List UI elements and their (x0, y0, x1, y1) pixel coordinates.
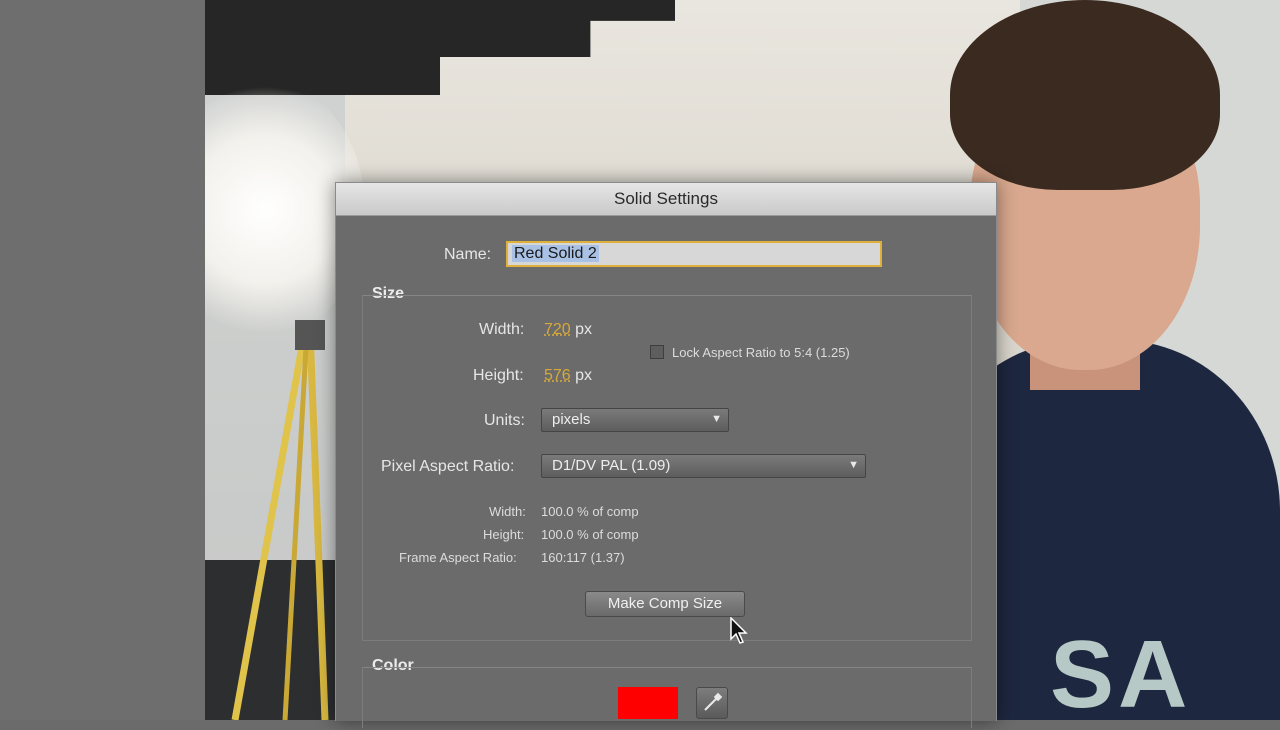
units-select[interactable]: pixels ▼ (541, 408, 729, 432)
mouse-cursor-icon (730, 617, 748, 644)
chevron-down-icon: ▼ (711, 413, 722, 425)
name-input[interactable]: Red Solid 2 (506, 241, 882, 267)
color-swatch[interactable] (618, 687, 678, 719)
frame-aspect-value: 160:117 (1.37) (541, 550, 625, 565)
width-unit: px (575, 321, 593, 338)
shirt-logo-text: SA (1050, 621, 1192, 728)
pixel-aspect-ratio-value: D1/DV PAL (1.09) (552, 457, 671, 474)
name-input-value: Red Solid 2 (512, 245, 599, 262)
height-value[interactable]: 576 (544, 367, 571, 384)
units-select-value: pixels (552, 411, 591, 428)
height-label: Height: (473, 367, 524, 384)
info-height-value: 100.0 % of comp (541, 527, 639, 542)
hair (950, 0, 1220, 190)
frame-aspect-label: Frame Aspect Ratio: (399, 550, 517, 565)
dialog-title: Solid Settings (336, 183, 996, 216)
height-field[interactable]: 576 px (544, 367, 592, 385)
width-field[interactable]: 720 px (544, 321, 592, 339)
make-comp-size-button[interactable]: Make Comp Size (585, 591, 745, 617)
lock-aspect-label[interactable]: Lock Aspect Ratio to 5:4 (1.25) (672, 345, 850, 360)
pixel-aspect-ratio-select[interactable]: D1/DV PAL (1.09) ▼ (541, 454, 866, 478)
solid-settings-dialog: Solid Settings Name: Red Solid 2 Size Wi… (335, 182, 997, 728)
eyedropper-icon (704, 692, 723, 711)
chevron-down-icon: ▼ (848, 459, 859, 471)
lock-aspect-checkbox[interactable] (650, 345, 664, 359)
width-value[interactable]: 720 (544, 321, 571, 338)
height-unit: px (575, 367, 593, 384)
left-app-panel (0, 0, 205, 720)
tripod-image (231, 320, 329, 720)
pixel-aspect-ratio-label: Pixel Aspect Ratio: (381, 458, 515, 475)
width-label: Width: (479, 321, 525, 338)
info-height-label: Height: (483, 527, 525, 542)
info-width-value: 100.0 % of comp (541, 504, 639, 519)
name-label: Name: (444, 246, 492, 263)
units-label: Units: (484, 412, 525, 429)
info-width-label: Width: (489, 504, 526, 519)
eyedropper-button[interactable] (696, 687, 728, 719)
